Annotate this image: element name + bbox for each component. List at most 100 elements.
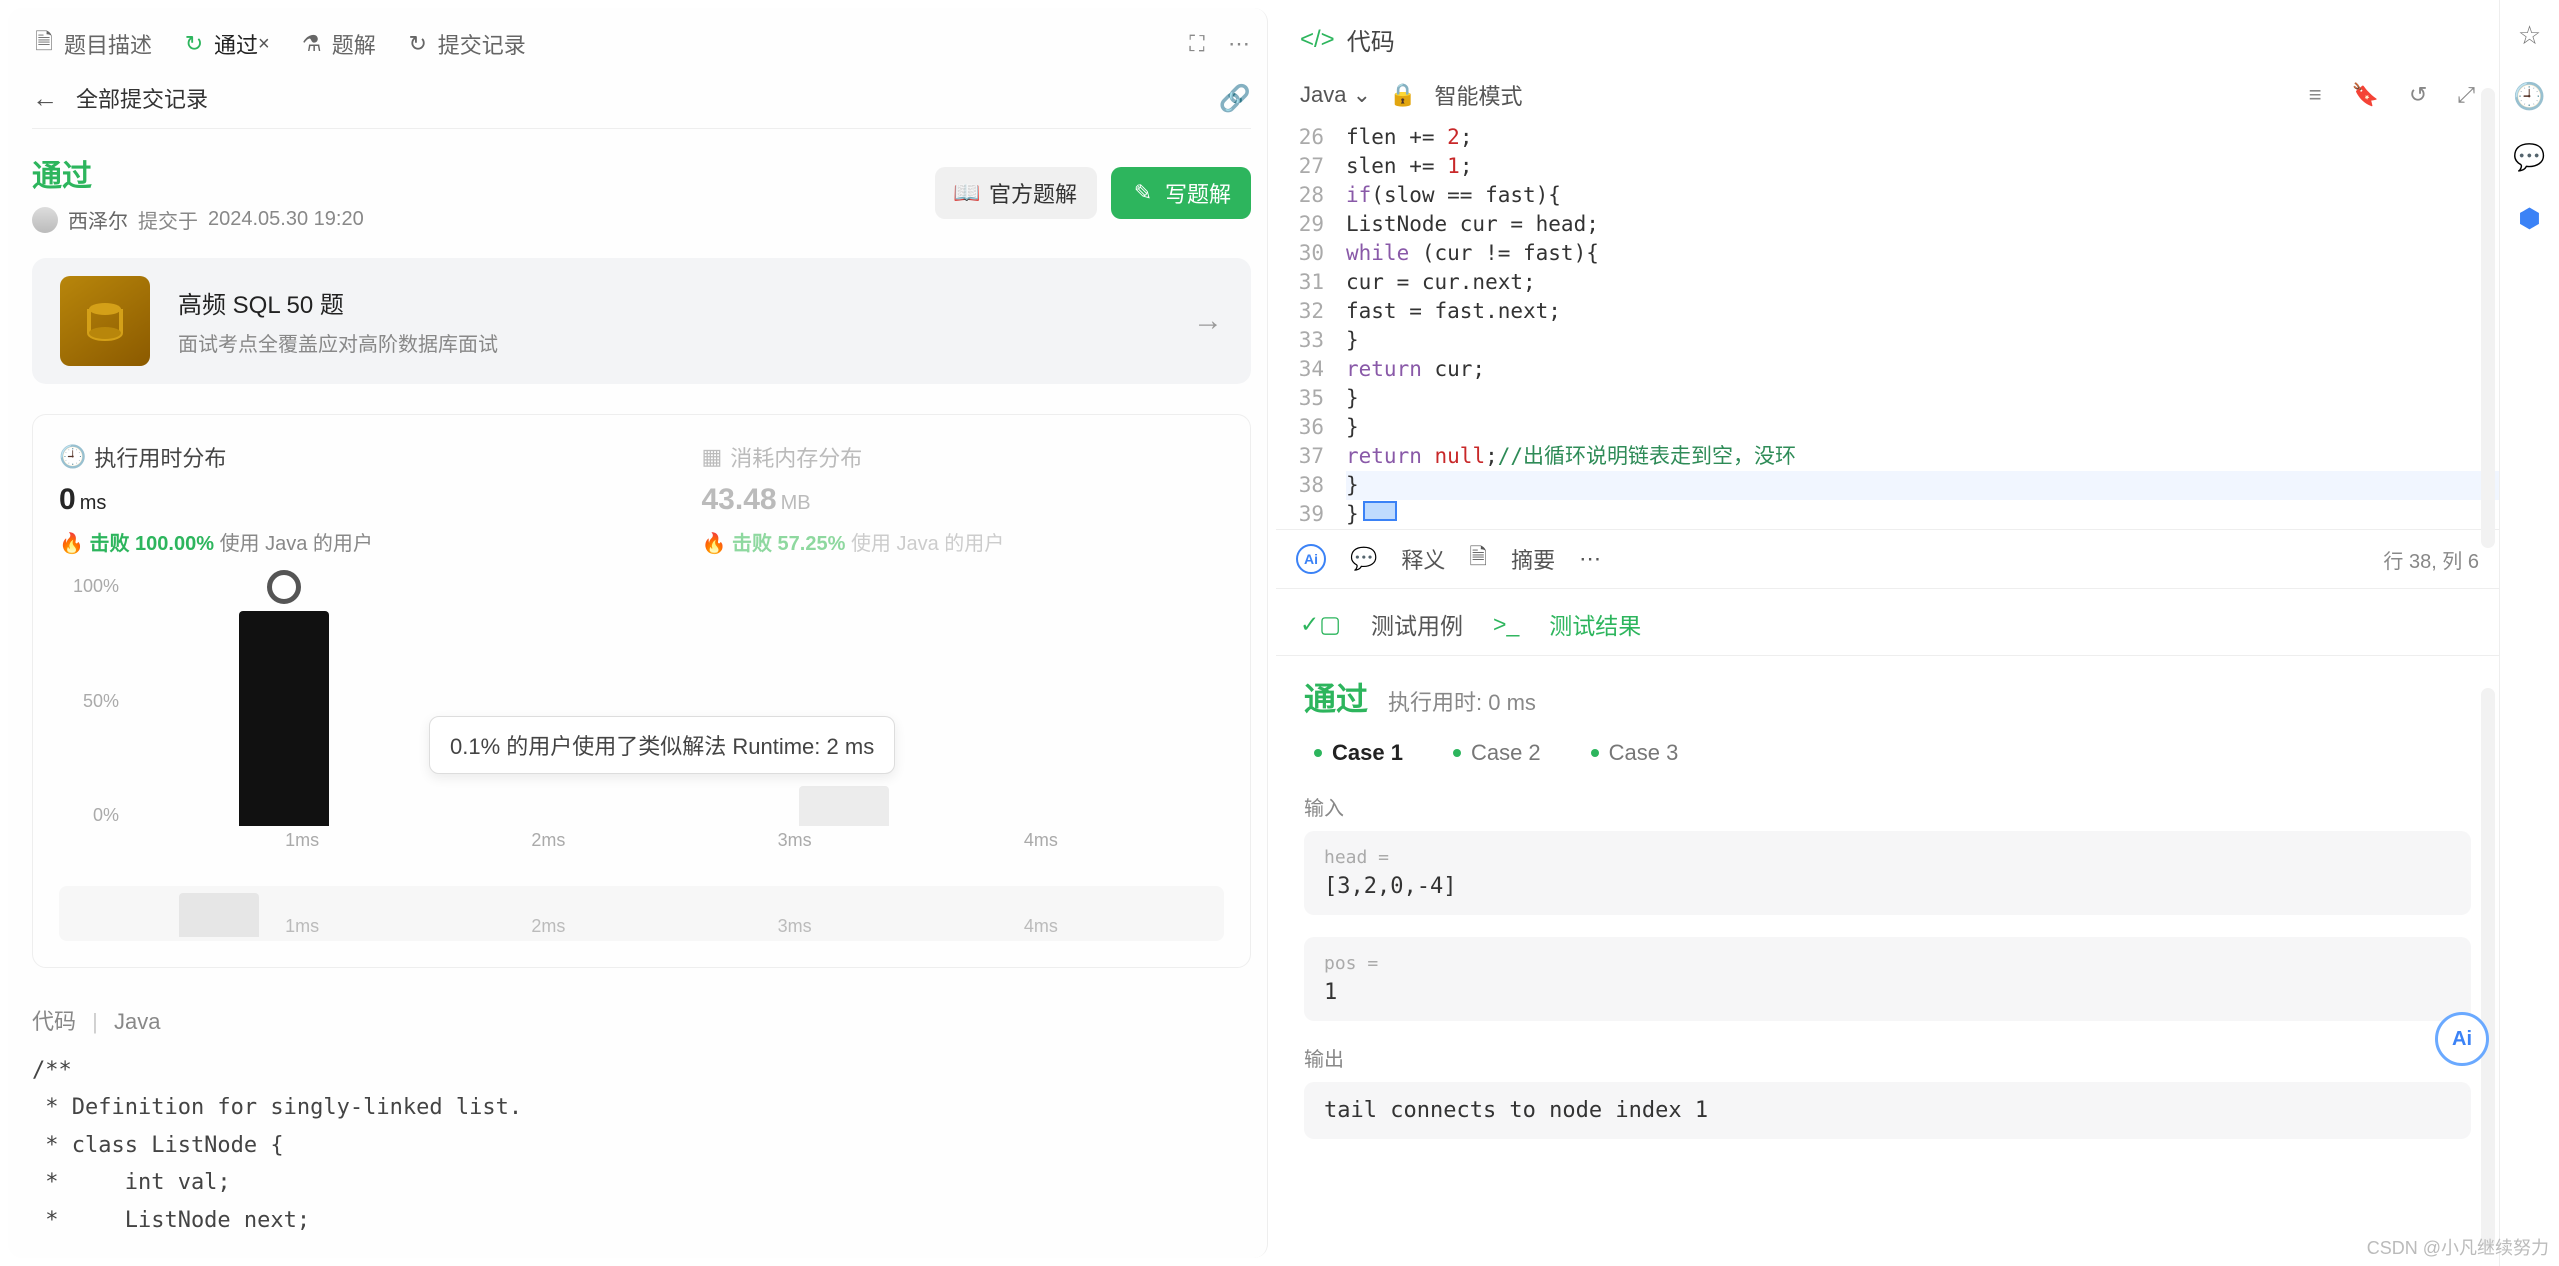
head-value: [3,2,0,-4] — [1324, 874, 2451, 899]
case-tab-1[interactable]: Case 1 — [1314, 740, 1403, 766]
tab-description[interactable]: 🗎 题目描述 — [32, 28, 152, 60]
scrollbar[interactable] — [2481, 688, 2495, 1248]
tab-result[interactable]: 测试结果 — [1549, 607, 1641, 641]
case-tab-2[interactable]: Case 2 — [1453, 740, 1541, 766]
write-solution-button[interactable]: ✎ 写题解 — [1111, 167, 1251, 219]
bar-0ms[interactable] — [239, 611, 329, 826]
case-tab-3[interactable]: Case 3 — [1591, 740, 1679, 766]
output-box[interactable]: tail connects to node index 1 — [1304, 1082, 2471, 1139]
ai-float-button[interactable]: Ai — [2435, 1012, 2489, 1066]
reset-icon[interactable]: ↺ — [2409, 82, 2427, 108]
code-editor[interactable]: 2627282930313233343536373839 flen += 2; … — [1276, 123, 2499, 529]
doc-icon: 🗎 — [32, 32, 56, 56]
y-tick: 50% — [59, 691, 119, 712]
chevron-down-icon: ⌄ — [1353, 82, 1371, 107]
fullscreen-icon[interactable]: ⤢ — [2457, 82, 2475, 108]
tab-submissions[interactable]: ↻ 提交记录 — [406, 28, 526, 60]
promo-image — [60, 276, 150, 366]
y-tick: 0% — [59, 805, 119, 826]
chevron-right-icon: → — [1193, 304, 1223, 338]
expand-icon[interactable]: ⛶ — [1185, 32, 1209, 56]
code-label: 代码 — [32, 1009, 76, 1034]
fire-icon: 🔥 — [702, 533, 727, 555]
list-icon[interactable]: ≡ — [2309, 82, 2322, 108]
check-icon: ✓▢ — [1300, 611, 1341, 638]
beat-word: 击败 — [89, 533, 129, 555]
avatar[interactable] — [32, 207, 58, 233]
x-tick: 4ms — [1024, 916, 1058, 937]
memory-value: 43.48 — [702, 483, 777, 516]
tab-submissions-label: 提交记录 — [438, 28, 526, 60]
tab-pass-label: 通过 — [214, 28, 258, 60]
star-icon[interactable]: ☆ — [2518, 20, 2541, 51]
fire-icon: 🔥 — [59, 533, 84, 555]
close-icon[interactable]: × — [258, 33, 270, 56]
summary-button[interactable]: 摘要 — [1511, 543, 1555, 575]
tab-solutions[interactable]: ⚗ 题解 — [300, 28, 376, 60]
line-gutter: 2627282930313233343536373839 — [1276, 123, 1332, 529]
tab-testcase[interactable]: 测试用例 — [1371, 607, 1463, 641]
memory-stats[interactable]: ▦消耗内存分布 43.48MB 🔥 击败 57.25% 使用 Java 的用户 — [702, 441, 1225, 556]
cube-icon[interactable]: ⬢ — [2518, 203, 2541, 234]
overflow-icon[interactable]: ⋯ — [1227, 32, 1251, 56]
author-name[interactable]: 西泽尔 — [68, 205, 128, 234]
clock-icon[interactable]: 🕘 — [2513, 81, 2545, 112]
definition-button[interactable]: 释义 — [1401, 543, 1445, 575]
back-button[interactable]: ← — [32, 83, 58, 114]
x-tick: 4ms — [1024, 830, 1058, 856]
runtime-info: 执行用时: 0 ms — [1388, 685, 1536, 717]
bookmark-icon[interactable]: 🔖 — [2352, 82, 2379, 108]
quote-icon: 💬 — [1350, 546, 1377, 572]
output-label: 输出 — [1304, 1043, 2471, 1072]
submitted-code: /** * Definition for singly-linked list.… — [32, 1052, 1251, 1239]
lock-icon: 🔒 — [1389, 82, 1416, 108]
ai-bubble-icon[interactable]: 💬 — [2513, 142, 2545, 173]
bar-3ms[interactable] — [799, 786, 889, 826]
tab-solutions-label: 题解 — [332, 28, 376, 60]
terminal-icon: >_ — [1493, 611, 1519, 638]
code-lang: Java — [114, 1009, 160, 1034]
y-tick: 100% — [59, 576, 119, 597]
tab-description-label: 题目描述 — [64, 28, 152, 60]
x-tick: 2ms — [531, 916, 565, 937]
write-solution-label: 写题解 — [1165, 177, 1231, 209]
x-tick: 3ms — [778, 916, 812, 937]
code-header: 代码 — [1347, 22, 1395, 57]
beat-word: 击败 — [732, 533, 772, 555]
more-icon[interactable]: ⋯ — [1579, 546, 1601, 572]
promo-card[interactable]: 高频 SQL 50 题 面试考点全覆盖应对高阶数据库面试 → — [32, 258, 1251, 384]
input-label: 输入 — [1304, 792, 2471, 821]
code-angle-icon: </> — [1300, 26, 1335, 54]
runtime-unit: ms — [80, 492, 107, 514]
stats-card: 🕘执行用时分布 0ms 🔥 击败 100.00% 使用 Java 的用户 ▦消耗… — [32, 414, 1251, 968]
language-selector[interactable]: Java ⌄ — [1300, 82, 1371, 108]
input-head-box[interactable]: head = [3,2,0,-4] — [1304, 831, 2471, 915]
right-sidebar: ☆ 🕘 💬 ⬢ — [2499, 0, 2559, 1266]
book-icon: 📖 — [955, 181, 979, 205]
breadcrumb[interactable]: 全部提交记录 — [76, 82, 208, 114]
user-marker — [267, 570, 301, 604]
mini-chart[interactable]: 1ms 2ms 3ms 4ms — [59, 886, 1224, 941]
official-solution-label: 官方题解 — [989, 177, 1077, 209]
beat-suffix: 使用 Java 的用户 — [220, 533, 373, 555]
scrollbar[interactable] — [2481, 88, 2495, 548]
cursor-position: 行 38, 列 6 — [2383, 545, 2479, 574]
pos-value: 1 — [1324, 980, 2451, 1005]
official-solution-button[interactable]: 📖 官方题解 — [935, 167, 1097, 219]
runtime-label: 执行用时分布 — [94, 441, 226, 473]
runtime-value: 0 — [59, 483, 76, 516]
left-tabs: 🗎 题目描述 ↻ 通过 × ⚗ 题解 ↻ 提交记录 ⛶ ⋯ — [32, 20, 1251, 68]
beat-suffix: 使用 Java 的用户 — [851, 533, 1004, 555]
runtime-chart: 100% 50% 0% 0.1% 的用户使用了类似解法 Runtime: 2 m… — [59, 576, 1224, 856]
tab-pass[interactable]: ↻ 通过 × — [182, 28, 270, 60]
ai-icon[interactable]: Ai — [1296, 544, 1326, 574]
doc-icon: 🗎 — [1469, 540, 1487, 578]
link-icon[interactable]: 🔗 — [1219, 83, 1251, 114]
chip-icon: ▦ — [702, 444, 723, 470]
input-pos-box[interactable]: pos = 1 — [1304, 937, 2471, 1021]
promo-subtitle: 面试考点全覆盖应对高阶数据库面试 — [178, 328, 498, 357]
status-accepted: 通过 — [32, 151, 364, 195]
submitted-at: 2024.05.30 19:20 — [208, 208, 364, 231]
runtime-stats[interactable]: 🕘执行用时分布 0ms 🔥 击败 100.00% 使用 Java 的用户 — [59, 441, 582, 556]
x-tick: 3ms — [778, 830, 812, 856]
